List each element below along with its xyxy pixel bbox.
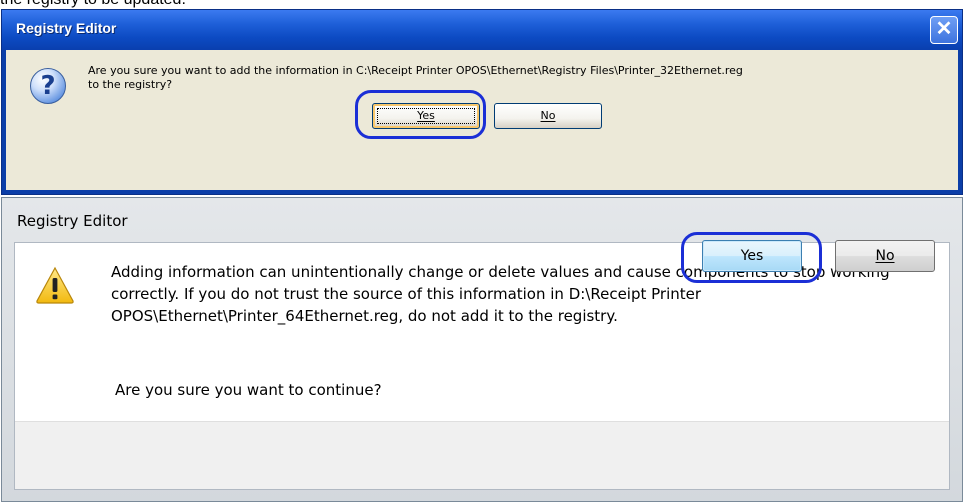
message-line-1: Are you sure you want to add the informa… [88, 64, 743, 77]
no-button-label: No [875, 248, 895, 264]
yes-button[interactable]: Yes [702, 240, 802, 272]
dialog-title: Registry Editor [16, 20, 117, 36]
no-button[interactable]: No [494, 103, 602, 129]
dialog-title: Registry Editor [17, 212, 128, 230]
yes-button-label: Yes [740, 248, 764, 264]
close-button[interactable]: ✕ [930, 16, 958, 44]
dialog-message: Are you sure you want to add the informa… [88, 64, 948, 92]
clipped-background-caption: the registry to be updated. [0, 0, 186, 9]
no-button[interactable]: No [835, 240, 935, 272]
confirm-question: Are you sure you want to continue? [115, 381, 382, 399]
dialog-titlebar[interactable]: Registry Editor ✕ [2, 10, 962, 50]
question-icon: ? [30, 68, 66, 104]
message-line-2: to the registry? [88, 78, 173, 91]
warning-icon [36, 266, 74, 304]
dialog-button-bar [15, 421, 949, 489]
focus-rectangle [377, 108, 475, 124]
yes-button[interactable]: Yes [372, 103, 480, 129]
no-button-label: No [540, 109, 556, 122]
close-icon: ✕ [935, 18, 953, 40]
